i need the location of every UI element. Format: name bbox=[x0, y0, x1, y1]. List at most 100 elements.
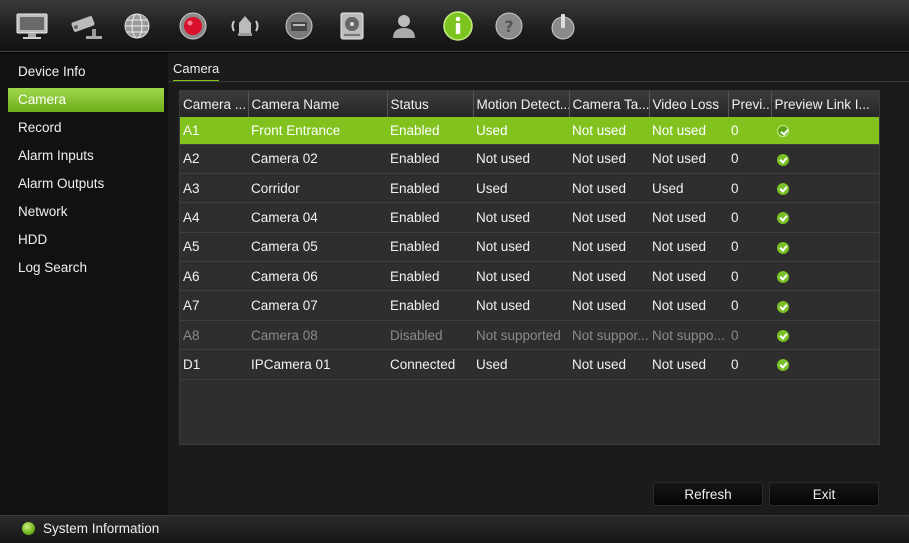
cell-video-loss: Not used bbox=[649, 290, 728, 321]
column-header-video-loss[interactable]: Video Loss bbox=[649, 91, 729, 117]
network-globe-icon[interactable] bbox=[117, 6, 157, 46]
table-row[interactable]: A5 Camera 05 Enabled Not used Not used Not us… bbox=[180, 232, 879, 263]
check-icon bbox=[777, 212, 789, 225]
cell-motion-detection: Not used bbox=[473, 232, 569, 263]
cell-preview-link bbox=[771, 173, 879, 204]
column-header-motion-detection[interactable]: Motion Detect... bbox=[473, 91, 570, 117]
cell-preview-link bbox=[771, 144, 879, 174]
cell-camera-name: Camera 06 bbox=[248, 261, 387, 292]
cell-preview: 0 bbox=[728, 144, 771, 174]
help-icon[interactable]: ? bbox=[489, 6, 529, 46]
user-icon[interactable] bbox=[384, 6, 424, 46]
check-icon bbox=[777, 153, 789, 166]
sidebar: Device Info Camera Record Alarm Inputs A… bbox=[0, 53, 168, 515]
check-icon bbox=[777, 359, 789, 372]
cell-video-loss: Not used bbox=[649, 202, 728, 233]
check-icon bbox=[777, 300, 789, 313]
column-header-camera-name[interactable]: Camera Name bbox=[248, 91, 388, 117]
column-header-camera-tamper[interactable]: Camera Ta... bbox=[569, 91, 650, 117]
cell-preview-link bbox=[771, 261, 879, 292]
monitor-icon[interactable] bbox=[12, 6, 52, 46]
sidebar-item-camera[interactable]: Camera bbox=[8, 88, 164, 112]
info-icon[interactable] bbox=[438, 6, 478, 46]
cell-camera-tamper: Not used bbox=[569, 349, 649, 380]
cell-camera-id: D1 bbox=[180, 349, 248, 380]
column-header-status[interactable]: Status bbox=[387, 91, 474, 117]
sidebar-item-hdd[interactable]: HDD bbox=[8, 228, 164, 252]
cell-status: Enabled bbox=[387, 290, 473, 321]
alarm-icon[interactable] bbox=[225, 6, 265, 46]
cell-camera-id: A6 bbox=[180, 261, 248, 292]
cell-camera-id: A5 bbox=[180, 232, 248, 263]
cell-preview-link bbox=[771, 349, 879, 380]
table-row[interactable]: A2 Camera 02 Enabled Not used Not used Not us… bbox=[180, 144, 879, 174]
status-text: System Information bbox=[43, 521, 160, 536]
cell-motion-detection: Not used bbox=[473, 144, 569, 174]
cell-video-loss: Not used bbox=[649, 144, 728, 174]
system-info-icon bbox=[22, 522, 35, 535]
cell-preview: 0 bbox=[728, 320, 771, 351]
cell-preview-link bbox=[771, 202, 879, 233]
exit-button[interactable]: Exit bbox=[769, 482, 879, 506]
table-header-row: Camera ... Camera Name Status Motion Det… bbox=[180, 91, 879, 117]
sidebar-item-record[interactable]: Record bbox=[8, 116, 164, 140]
sidebar-item-alarm-inputs[interactable]: Alarm Inputs bbox=[8, 144, 164, 168]
toolbar: ? bbox=[0, 0, 909, 52]
cell-motion-detection: Not used bbox=[473, 202, 569, 233]
column-header-preview-link[interactable]: Preview Link I... bbox=[771, 91, 879, 117]
record-icon[interactable] bbox=[173, 6, 213, 46]
cell-camera-tamper: Not used bbox=[569, 144, 649, 174]
table-row[interactable]: D1 IPCamera 01 Connected Used Not used Not us… bbox=[180, 349, 879, 380]
table-row[interactable]: A4 Camera 04 Enabled Not used Not used Not us… bbox=[180, 202, 879, 233]
cell-video-loss: Not used bbox=[649, 349, 728, 380]
cell-camera-tamper: Not used bbox=[569, 117, 649, 145]
empty-row bbox=[180, 409, 879, 438]
cell-status: Enabled bbox=[387, 173, 473, 204]
cell-camera-name: Camera 07 bbox=[248, 290, 387, 321]
cell-camera-name: Camera 04 bbox=[248, 202, 387, 233]
check-icon bbox=[777, 241, 789, 254]
cell-status: Enabled bbox=[387, 261, 473, 292]
cell-camera-tamper: Not used bbox=[569, 173, 649, 204]
empty-row bbox=[180, 379, 879, 408]
table-row[interactable]: A8 Camera 08 Disabled Not supported Not supp… bbox=[180, 320, 879, 351]
tab-camera[interactable]: Camera bbox=[173, 61, 220, 82]
cell-motion-detection: Not used bbox=[473, 290, 569, 321]
cell-camera-name: IPCamera 01 bbox=[248, 349, 387, 380]
table-row[interactable]: A7 Camera 07 Enabled Not used Not used Not us… bbox=[180, 290, 879, 321]
cell-camera-id: A3 bbox=[180, 173, 248, 204]
ptz-camera-icon[interactable] bbox=[66, 6, 106, 46]
cell-camera-name: Camera 02 bbox=[248, 144, 387, 174]
hdd-icon[interactable] bbox=[332, 6, 372, 46]
sidebar-item-device-info[interactable]: Device Info bbox=[8, 60, 164, 84]
table-row[interactable]: A6 Camera 06 Enabled Not used Not used Not us… bbox=[180, 261, 879, 292]
cell-camera-id: A8 bbox=[180, 320, 248, 351]
power-icon[interactable] bbox=[543, 6, 583, 46]
sidebar-item-log-search[interactable]: Log Search bbox=[8, 256, 164, 280]
cell-camera-id: A7 bbox=[180, 290, 248, 321]
column-header-preview[interactable]: Previ... bbox=[728, 91, 772, 117]
status-bar: System Information bbox=[0, 515, 909, 543]
camera-table[interactable]: Camera ... Camera Name Status Motion Det… bbox=[179, 90, 880, 445]
sidebar-item-network[interactable]: Network bbox=[8, 200, 164, 224]
sidebar-item-alarm-outputs[interactable]: Alarm Outputs bbox=[8, 172, 164, 196]
cell-status: Enabled bbox=[387, 232, 473, 263]
table-row[interactable]: A3 Corridor Enabled Used Not used Used 0 bbox=[180, 173, 879, 204]
table-row[interactable]: A1 Front Entrance Enabled Used Not used Not u… bbox=[180, 117, 879, 145]
cell-camera-tamper: Not used bbox=[569, 261, 649, 292]
cell-camera-tamper: Not used bbox=[569, 202, 649, 233]
cell-preview-link bbox=[771, 290, 879, 321]
cell-preview: 0 bbox=[728, 261, 771, 292]
cell-preview-link bbox=[771, 320, 879, 351]
device-icon[interactable] bbox=[279, 6, 319, 46]
svg-text:?: ? bbox=[504, 17, 513, 36]
cell-camera-tamper: Not used bbox=[569, 232, 649, 263]
refresh-button[interactable]: Refresh bbox=[653, 482, 763, 506]
cell-preview: 0 bbox=[728, 290, 771, 321]
cell-motion-detection: Used bbox=[473, 173, 569, 204]
main-panel: Camera Camera ... Camera Name Status Mot… bbox=[168, 53, 909, 515]
cell-preview: 0 bbox=[728, 232, 771, 263]
column-header-camera[interactable]: Camera ... bbox=[180, 91, 249, 117]
cell-motion-detection: Used bbox=[473, 117, 569, 145]
cell-video-loss: Not suppo... bbox=[649, 320, 728, 351]
